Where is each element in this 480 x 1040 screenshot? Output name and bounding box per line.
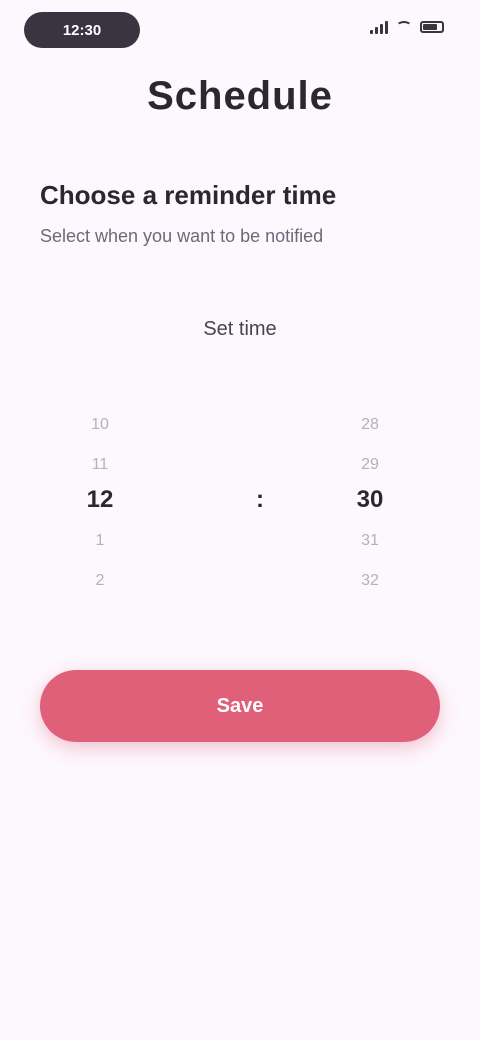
picker-label: Set time [203,318,277,340]
picker-item[interactable]: 28 [320,416,420,434]
picker-item[interactable]: 2 [60,572,140,590]
page-title: Schedule [147,74,333,118]
separator-column: : [230,380,290,620]
time-picker: 10 11 12 1 2 : 28 29 30 31 32 [40,380,440,620]
picker-item[interactable]: 10 [60,416,140,434]
status-time: 12:30 [24,12,140,48]
picker-item[interactable]: 1 [60,532,140,550]
wifi-icon [396,21,412,33]
picker-separator: : [256,486,264,513]
minutes-wheel[interactable]: 28 29 30 31 32 [320,380,420,620]
picker-item[interactable]: 11 [60,456,140,474]
picker-item[interactable]: 31 [320,532,420,550]
card-heading: Choose a reminder time [40,180,337,210]
battery-icon [420,21,444,33]
save-button[interactable]: Save [40,670,440,742]
signal-icon [370,20,388,34]
picker-item-selected[interactable]: 12 [60,486,140,514]
hours-wheel[interactable]: 10 11 12 1 2 [60,380,140,620]
picker-item[interactable]: 29 [320,456,420,474]
status-icons [370,20,444,34]
status-bar: 12:30 [0,0,480,64]
picker-item-selected[interactable]: 30 [320,486,420,514]
picker-item[interactable]: 32 [320,572,420,590]
card-subtitle: Select when you want to be notified [40,226,324,246]
